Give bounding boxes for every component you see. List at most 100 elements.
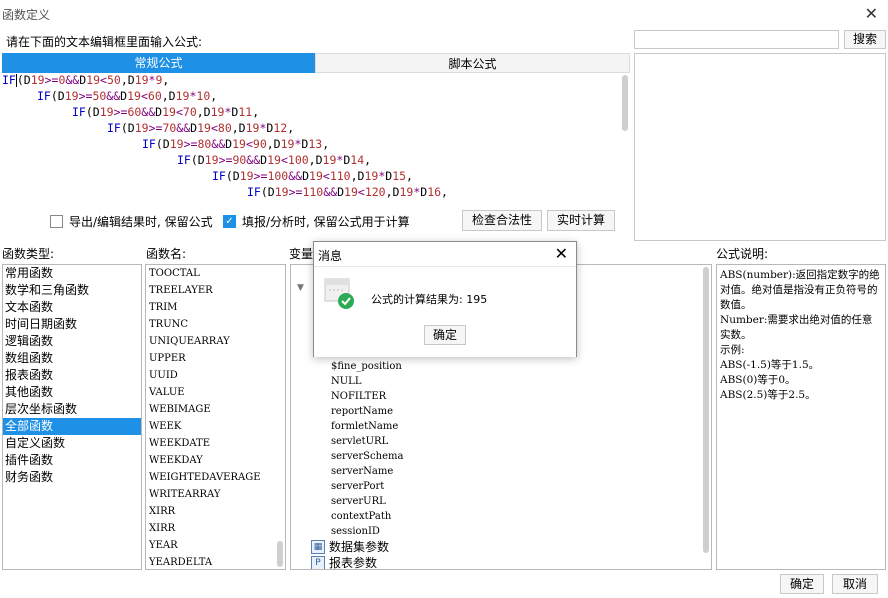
func-name-item[interactable]: WEIGHTEDAVERAGE [146,469,285,486]
search-results-panel [634,53,886,241]
func-type-item[interactable]: 数组函数 [3,350,141,367]
func-name-item[interactable]: XIRR [146,520,285,537]
description-line: ABS(-1.5)等于1.5。 [720,359,820,371]
func-name-item[interactable]: WEEK [146,418,285,435]
func-type-item[interactable]: 其他函数 [3,384,141,401]
window-close-icon[interactable]: ✕ [865,4,878,23]
func-name-item[interactable]: TOOCTAL [146,265,285,282]
func-name-item[interactable]: UPPER [146,350,285,367]
func-name-item[interactable]: UUID [146,367,285,384]
func-type-item[interactable]: 数学和三角函数 [3,282,141,299]
func-name-list: TOOCTAL TREELAYER TRIM TRUNC UNIQUEARRAY UPPE… [145,264,286,570]
option-keep-formula-fill-label: 填报/分析时, 保留公式用于计算 [242,215,410,229]
option-keep-formula-fill[interactable]: ✓ 填报/分析时, 保留公式用于计算 [223,213,410,230]
formula-editor[interactable]: IF(D19>=0&&D19<50,D19*9, IF(D19>=50&&D19<… [2,73,630,201]
description-line: ABS(2.5)等于2.5。 [720,389,816,401]
search-input[interactable] [634,30,839,49]
description-label: 公式说明: [716,247,769,261]
variable-item[interactable]: serverSchema [291,449,711,464]
func-name-item[interactable]: TREELAYER [146,282,285,299]
func-type-item[interactable]: 常用函数 [3,265,141,282]
search-button[interactable]: 搜索 [844,30,886,49]
message-dialog: 消息 ✕ 公式的计算结果为: 195 确定 [313,241,577,357]
dialog-ok-button[interactable]: 确定 [424,325,466,345]
window-title: 函数定义 [2,8,51,22]
func-name-item[interactable]: UNIQUEARRAY [146,333,285,350]
editor-scrollbar[interactable] [622,75,628,131]
func-name-item[interactable]: XIRR [146,503,285,520]
description-line: ABS(0)等于0。 [720,374,796,386]
variable-tree-scrollbar[interactable] [703,267,709,553]
checkbox-keep-formula-fill[interactable]: ✓ [223,215,236,228]
description-line: 示例: [720,344,745,356]
func-type-item[interactable]: 财务函数 [3,469,141,486]
func-type-item[interactable]: 自定义函数 [3,435,141,452]
func-name-item[interactable]: WRITEARRAY [146,486,285,503]
func-name-item[interactable]: WEEKDAY [146,452,285,469]
checkbox-keep-formula-export[interactable] [50,215,63,228]
variable-item[interactable]: $fine_position [291,359,711,374]
variable-category-label: 数据集参数 [329,540,390,554]
formula-line: IF(D19>=100&&D19<110,D19*D15, [212,169,413,183]
formula-line: IF(D19>=110&&D19<120,D19*D16, [247,185,448,199]
description-line: ABS(number):返回指定数字的绝对值。绝对值是指没有正负符号的数值。 [720,269,880,311]
variable-item[interactable]: NULL [291,374,711,389]
func-type-label: 函数类型: [2,247,55,261]
title-bar: 函数定义 ✕ [0,0,888,28]
func-name-item[interactable]: WEEKDATE [146,435,285,452]
success-icon [324,278,354,309]
formula-tabs: 常规公式 脚本公式 [2,53,630,73]
formula-line: IF(D19>=50&&D19<60,D19*10, [37,89,218,103]
variable-item[interactable]: formletName [291,419,711,434]
func-type-item[interactable]: 逻辑函数 [3,333,141,350]
func-name-item[interactable]: VALUE [146,384,285,401]
option-keep-formula-export[interactable]: 导出/编辑结果时, 保留公式 [50,213,213,230]
variable-item[interactable]: reportName [291,404,711,419]
variable-category[interactable]: P 报表参数 [291,555,711,570]
option-keep-formula-export-label: 导出/编辑结果时, 保留公式 [69,215,213,229]
formula-line: IF(D19>=70&&D19<80,D19*D12, [107,121,295,135]
func-name-item[interactable]: YEAR [146,537,285,554]
formula-line: IF(D19>=60&&D19<70,D19*D11, [72,105,260,119]
cancel-button[interactable]: 取消 [832,574,878,594]
dialog-title: 消息 [318,249,343,263]
formula-line: IF(D19>=0&&D19<50,D19*9, [2,73,170,87]
tab-script-formula[interactable]: 脚本公式 [315,53,630,73]
func-name-label: 函数名: [146,247,187,261]
ok-button[interactable]: 确定 [780,574,824,594]
func-type-item[interactable]: 层次坐标函数 [3,401,141,418]
formula-line: IF(D19>=90&&D19<100,D19*D14, [177,153,372,167]
tree-expand-icon[interactable]: ▼ [297,283,304,293]
dialog-close-icon[interactable]: ✕ [555,244,568,263]
variable-item[interactable]: servletURL [291,434,711,449]
formula-description: ABS(number):返回指定数字的绝对值。绝对值是指没有正负符号的数值。 Nu… [716,264,886,570]
variable-item[interactable]: sessionID [291,524,711,539]
variable-item[interactable]: serverName [291,464,711,479]
tab-normal-formula[interactable]: 常规公式 [2,53,315,73]
variable-category-label: 报表参数 [329,556,378,570]
variable-item[interactable]: NOFILTER [291,389,711,404]
func-name-item[interactable]: YEARDELTA [146,554,285,569]
variable-item[interactable]: serverURL [291,494,711,509]
func-type-item[interactable]: 时间日期函数 [3,316,141,333]
func-type-list: 常用函数 数学和三角函数 文本函数 时间日期函数 逻辑函数 数组函数 报表函数 其他函数 层次坐… [2,264,142,570]
variable-item[interactable]: serverPort [291,479,711,494]
func-type-item[interactable]: 报表函数 [3,367,141,384]
dialog-message: 公式的计算结果为: 195 [371,293,488,306]
dataset-param-icon: ▦ [311,540,325,554]
func-name-item[interactable]: WEBIMAGE [146,401,285,418]
description-line: Number:需要求出绝对值的任意实数。 [720,314,873,341]
check-validity-button[interactable]: 检查合法性 [462,210,542,231]
variable-item[interactable]: contextPath [291,509,711,524]
func-type-item[interactable]: 插件函数 [3,452,141,469]
func-type-item[interactable]: 文本函数 [3,299,141,316]
formula-line: IF(D19>=80&&D19<90,D19*D13, [142,137,330,151]
variable-label: 变量 [289,247,314,261]
variable-category[interactable]: ▦ 数据集参数 [291,539,711,555]
dialog-body: 公式的计算结果为: 195 确定 [314,266,576,357]
func-name-item[interactable]: TRIM [146,299,285,316]
func-name-scrollbar[interactable] [277,541,283,567]
func-type-item[interactable]: 全部函数 [3,418,141,435]
realtime-calc-button[interactable]: 实时计算 [547,210,615,231]
func-name-item[interactable]: TRUNC [146,316,285,333]
